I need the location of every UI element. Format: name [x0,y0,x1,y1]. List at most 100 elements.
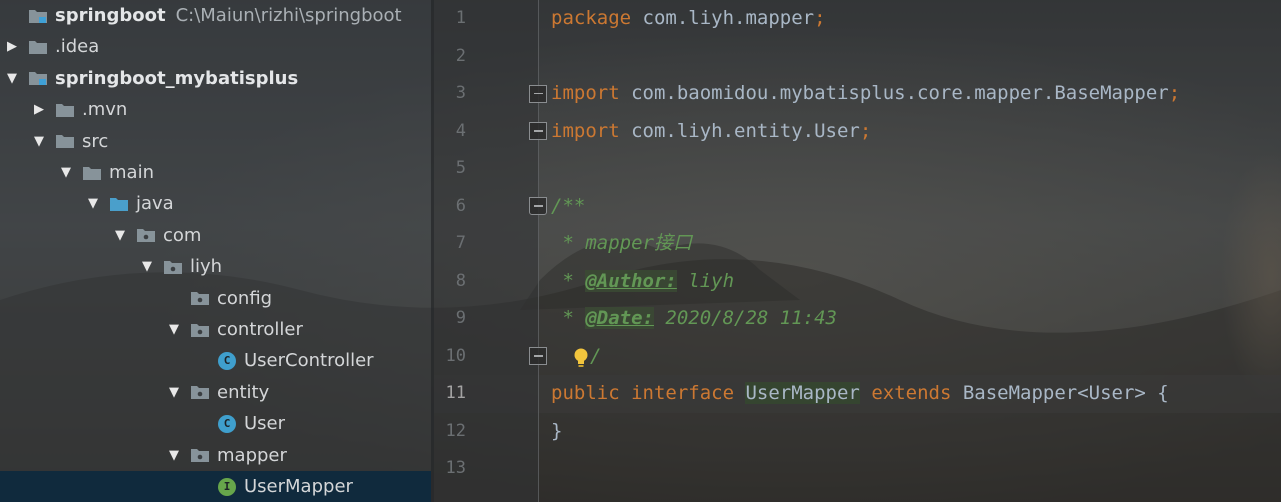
tree-item-idea[interactable]: ▶ .idea [0,31,431,62]
tree-item-springboot[interactable]: springboot C:\Maiun\rizhi\springboot [0,0,431,31]
lightbulb-icon[interactable] [572,345,590,367]
fold-toggle-icon[interactable] [529,347,547,365]
source-folder-icon [109,196,129,212]
tree-item-usercontroller[interactable]: C UserController [0,345,431,376]
tree-item-label: config [217,287,273,309]
code-line[interactable]: /** [551,188,585,226]
folder-icon [55,133,75,149]
tree-item-label: controller [217,319,303,340]
tree-item-user[interactable]: C User [0,408,431,439]
line-number[interactable]: 10 [434,338,466,376]
code-token: * [551,269,586,292]
tree-item-label: springboot_mybatisplus [55,67,299,89]
class-icon: C [217,351,237,370]
tree-item-mapper[interactable]: ▼ mapper [0,440,431,471]
code-line[interactable]: import com.liyh.entity.User; [551,113,871,151]
tree-item-label: UserMapper [244,476,353,497]
tree-item-label: liyh [190,256,223,278]
tree-item-entity[interactable]: ▼ entity [0,377,431,408]
folder-icon [28,39,48,55]
tree-item-liyh[interactable]: ▼ liyh [0,251,431,282]
chevron-down-icon[interactable]: ▼ [31,133,47,149]
line-number[interactable]: 1 [434,0,466,38]
tree-item-controller[interactable]: ▼ controller [0,314,431,345]
code-line[interactable]: public interface UserMapper extends Base… [551,375,1169,413]
code-line[interactable]: import com.baomidou.mybatisplus.core.map… [551,75,1180,113]
chevron-right-icon[interactable]: ▶ [31,102,47,118]
chevron-down-icon[interactable]: ▼ [166,322,182,338]
chevron-down-icon[interactable]: ▼ [4,70,20,86]
package-icon [136,227,156,243]
line-number[interactable]: 3 [434,75,466,113]
code-line[interactable]: * mapper接口 [551,225,692,263]
tree-item-config[interactable]: config [0,283,431,314]
package-icon [190,290,210,306]
code-token: 2020/8/28 11:43 [653,307,837,329]
line-number[interactable]: 12 [434,413,466,451]
code-token: import [551,119,632,142]
tree-item-java[interactable]: ▼ java [0,188,431,219]
code-token: interface [631,382,746,404]
fold-toggle-icon[interactable] [529,84,547,103]
line-number[interactable]: 4 [434,113,466,151]
code-line[interactable]: * @Author: liyh [551,263,734,301]
code-line[interactable]: package com.liyh.mapper; [551,0,826,38]
code-token: } [551,419,563,442]
line-number[interactable]: 13 [434,450,466,488]
package-icon [190,322,210,338]
code-token: ; [814,7,826,29]
tree-item-main[interactable]: ▼ main [0,157,431,188]
code-token: * [551,307,586,329]
line-number[interactable]: 9 [434,300,466,338]
module-icon [28,8,48,24]
module-icon [28,70,48,86]
tree-item-label: User [244,413,286,435]
tree-item-label: com [163,224,202,246]
class-icon: C [217,414,237,433]
tree-item-mvn[interactable]: ▶ .mvn [0,94,431,125]
gutter-divider [538,0,539,502]
code-token: com.baomidou.mybatisplus.core.mapper.Bas… [631,82,1169,104]
folder-icon [82,165,102,181]
chevron-down-icon[interactable]: ▼ [58,165,74,181]
code-line[interactable]: } [551,413,562,451]
tree-item-label: .mvn [82,99,128,121]
chevron-down-icon[interactable]: ▼ [166,447,182,463]
tree-item-label: UserController [244,350,374,372]
code-line[interactable]: / [560,338,601,376]
tree-item-label: main [109,162,154,183]
tree-item-label: springboot [55,5,166,26]
line-number[interactable]: 5 [434,150,466,188]
code-token: * mapper接口 [551,232,692,254]
chevron-down-icon[interactable]: ▼ [85,196,101,212]
tree-item-label: entity [217,381,270,403]
code-token: public [551,382,632,404]
interface-icon: I [217,477,237,496]
fold-toggle-icon[interactable] [529,122,547,140]
chevron-right-icon[interactable]: ▶ [4,39,20,55]
line-number-gutter[interactable]: 1 2 3 4 5 6 7 8 9 10 11 12 13 [434,0,538,502]
chevron-down-icon[interactable]: ▼ [166,384,182,400]
tree-item-src[interactable]: ▼ src [0,126,431,157]
line-number[interactable]: 6 [434,188,466,226]
line-number[interactable]: 2 [434,38,466,76]
fold-toggle-icon[interactable] [529,197,547,215]
package-icon [190,447,210,463]
code-token: package [551,7,643,29]
chevron-down-icon[interactable]: ▼ [139,259,155,275]
tree-item-com[interactable]: ▼ com [0,220,431,251]
tree-item-springboot-mybatisplus[interactable]: ▼ springboot_mybatisplus [0,63,431,94]
line-number[interactable]: 11 [434,375,466,413]
panel-splitter[interactable] [431,0,434,502]
line-number[interactable]: 8 [434,263,466,301]
code-editor[interactable]: 1 2 3 4 5 6 7 8 9 10 11 12 13 package com.liyh.mappe… [434,0,1281,502]
line-number[interactable]: 7 [434,225,466,263]
module-path: C:\Maiun\rizhi\springboot [175,5,402,26]
chevron-down-icon[interactable]: ▼ [112,227,128,243]
tree-item-usermapper[interactable]: I UserMapper [0,471,431,502]
folder-icon [55,102,75,118]
code-token: / [590,344,602,367]
code-token: import [551,82,632,104]
code-token: UserMapper [745,382,860,404]
code-line[interactable]: * @Date: 2020/8/28 11:43 [551,300,837,338]
